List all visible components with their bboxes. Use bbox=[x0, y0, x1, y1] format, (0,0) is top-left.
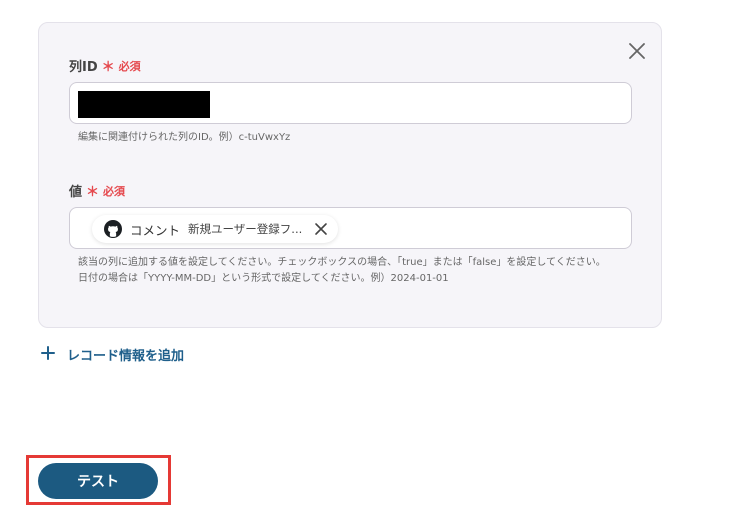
value-help-line2: 日付の場合は「YYYY-MM-DD」という形式で設定してください。例）2024-… bbox=[78, 273, 449, 284]
variable-chip[interactable]: コメント 新規ユーザー登録フ... bbox=[92, 215, 339, 243]
add-record-label: レコード情報を追加 bbox=[67, 349, 185, 364]
chip-value: 新規ユーザー登録フ... bbox=[188, 222, 303, 236]
required-text: 必須 bbox=[118, 59, 141, 73]
value-label-group: 値 ＊ 必須 bbox=[69, 181, 126, 201]
required-text: 必須 bbox=[103, 184, 126, 198]
close-icon[interactable] bbox=[626, 40, 648, 62]
column-id-label: 列ID bbox=[69, 60, 98, 75]
redacted-value bbox=[78, 91, 210, 118]
test-button[interactable]: テスト bbox=[38, 463, 158, 499]
add-record-button[interactable]: レコード情報を追加 bbox=[41, 345, 184, 364]
column-id-input[interactable] bbox=[69, 82, 632, 124]
plus-icon bbox=[41, 345, 55, 364]
chip-name: コメント bbox=[130, 222, 181, 238]
github-icon bbox=[104, 220, 122, 238]
required-star: ＊ bbox=[101, 60, 115, 75]
value-label: 値 bbox=[69, 185, 83, 200]
value-help-line1: 該当の列に追加する値を設定してください。チェックボックスの場合、「true」また… bbox=[78, 257, 606, 268]
required-star: ＊ bbox=[86, 185, 100, 200]
column-id-label-group: 列ID ＊ 必須 bbox=[69, 56, 141, 76]
chip-remove-icon[interactable] bbox=[314, 222, 328, 236]
value-input[interactable]: コメント 新規ユーザー登録フ... bbox=[69, 207, 632, 249]
column-id-help: 編集に関連付けられた列のID。例）c-tuVwxYz bbox=[78, 132, 291, 143]
